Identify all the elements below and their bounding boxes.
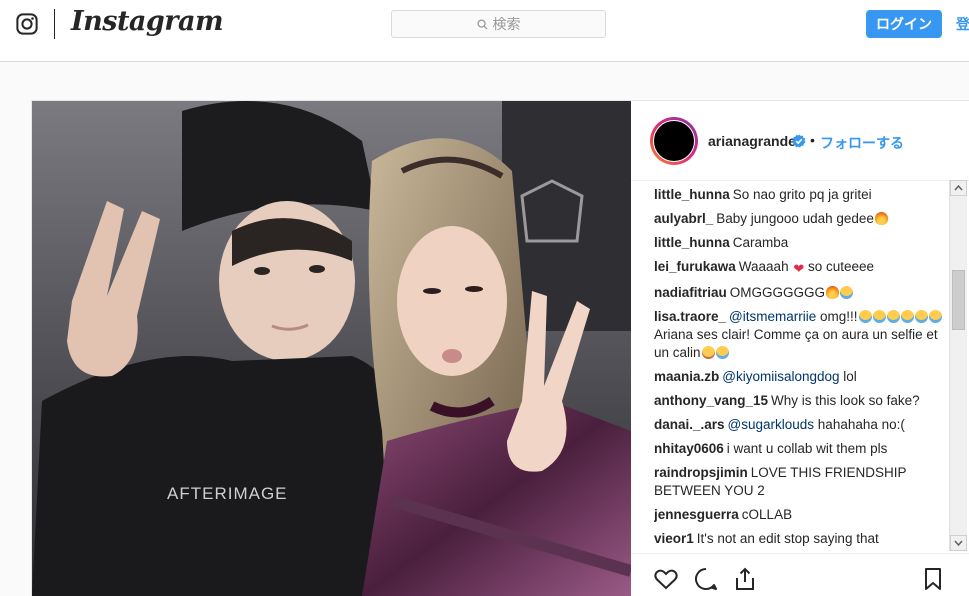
signup-link[interactable]: 登録する bbox=[956, 14, 969, 34]
post-action-bar bbox=[631, 553, 969, 596]
chevron-down-icon bbox=[954, 540, 963, 547]
post-author-header: arianagrande • フォローする bbox=[631, 101, 969, 181]
comment-username[interactable]: maania.zb bbox=[654, 369, 719, 384]
avatar[interactable] bbox=[653, 120, 695, 162]
comment-item: maania.zb @kiyomiisalongdog lol bbox=[654, 368, 946, 386]
verified-badge-icon bbox=[792, 134, 806, 148]
comment-mention-link[interactable]: @sugarklouds bbox=[728, 417, 815, 432]
cry-emoji-icon bbox=[914, 310, 928, 323]
comment-item: nadiafitriau OMGGGGGGG bbox=[654, 284, 946, 302]
share-icon[interactable] bbox=[732, 566, 758, 592]
search-icon bbox=[476, 18, 488, 30]
scrollbar-thumb[interactable] bbox=[952, 270, 965, 330]
comment-text: It's not an edit stop saying that bbox=[696, 531, 879, 546]
follow-separator: • bbox=[810, 132, 815, 148]
comment-username[interactable]: aulyabrl_ bbox=[654, 211, 713, 226]
author-username[interactable]: arianagrande bbox=[708, 133, 796, 149]
comment-username[interactable]: little_hunna bbox=[654, 235, 730, 250]
comment-text: omg!!! bbox=[816, 309, 858, 324]
comment-text: OMGGGGGGG bbox=[729, 285, 826, 300]
comment-item: little_hunna So nao grito pq ja gritei bbox=[654, 186, 946, 204]
instagram-camera-icon[interactable] bbox=[16, 13, 38, 35]
comment-text: so cuteeee bbox=[804, 259, 875, 274]
comment-text: So nao grito pq ja gritei bbox=[732, 187, 872, 202]
comment-username[interactable]: raindropsjimin bbox=[654, 465, 748, 480]
comment-item: anthony_vang_15 Why is this look so fake? bbox=[654, 392, 946, 410]
post-photo[interactable]: AFTERIMAGE bbox=[32, 101, 631, 596]
scrollbar-down-arrow[interactable] bbox=[950, 535, 967, 551]
heart-icon[interactable] bbox=[653, 566, 679, 592]
cry-emoji-icon bbox=[900, 310, 914, 323]
shirt-print-text: AFTERIMAGE bbox=[167, 484, 288, 503]
comment-item: nhitay0606 i want u collab wit them pls bbox=[654, 440, 946, 458]
cry-emoji-icon bbox=[715, 346, 729, 359]
comment-text: Waaaah bbox=[738, 259, 793, 274]
comment-mention-link[interactable]: @itsmemarriie bbox=[729, 309, 816, 324]
comment-text: cOLLAB bbox=[741, 507, 793, 522]
comment-item: lisa.traore_ @itsmemarriie omg!!! Ariana … bbox=[654, 308, 946, 362]
scrollbar-up-arrow[interactable] bbox=[950, 180, 967, 196]
header-divider bbox=[54, 9, 55, 39]
post-card: AFTERIMAGE arianagrande • フォローする little_… bbox=[31, 100, 969, 596]
cry-emoji-icon bbox=[872, 310, 886, 323]
comment-item: vieor1 It's not an edit stop saying that bbox=[654, 530, 946, 548]
comment-username[interactable]: lisa.traore_ bbox=[654, 309, 726, 324]
bookmark-icon[interactable] bbox=[920, 566, 946, 592]
cry-emoji-icon bbox=[886, 310, 900, 323]
heart-emoji-icon: ❤ bbox=[793, 261, 805, 276]
comment-username[interactable]: vieor1 bbox=[654, 531, 694, 546]
instagram-wordmark-logo[interactable]: Instagram bbox=[71, 6, 224, 37]
comment-text: Why is this look so fake? bbox=[771, 393, 920, 408]
comment-username[interactable]: nadiafitriau bbox=[654, 285, 727, 300]
comment-text: lol bbox=[839, 369, 857, 384]
comment-text: Caramba bbox=[732, 235, 789, 250]
comment-item: jennesguerra cOLLAB bbox=[654, 506, 946, 524]
comment-text: Ariana ses clair! Comme ça on aura un se… bbox=[654, 327, 938, 360]
comments-scrollbar[interactable] bbox=[949, 180, 967, 551]
cry-emoji-icon bbox=[928, 310, 942, 323]
comments-list[interactable]: little_hunna So nao grito pq ja gritei aul… bbox=[654, 180, 946, 553]
comment-item: lei_furukawa Waaaah ❤ so cuteeee bbox=[654, 258, 946, 278]
search-input[interactable]: 検索 bbox=[391, 10, 606, 38]
search-placeholder: 検索 bbox=[492, 16, 521, 32]
fire-emoji-icon bbox=[874, 212, 888, 225]
comment-item: danai._.ars @sugarklouds hahahaha no:( bbox=[654, 416, 946, 434]
comment-username[interactable]: danai._.ars bbox=[654, 417, 725, 432]
follow-button[interactable]: フォローする bbox=[820, 133, 904, 153]
comment-item: aulyabrl_ Baby jungooo udah gedee bbox=[654, 210, 946, 228]
comment-username[interactable]: little_hunna bbox=[654, 187, 730, 202]
top-navigation-bar: Instagram 検索 ログイン 登録する bbox=[0, 0, 969, 62]
comment-item: little_hunna Caramba bbox=[654, 234, 946, 252]
login-button[interactable]: ログイン bbox=[866, 10, 942, 38]
comment-text: hahahaha no:( bbox=[814, 417, 905, 432]
cry-emoji-icon bbox=[858, 310, 872, 323]
comment-text: Baby jungooo udah gedee bbox=[716, 211, 874, 226]
post-side-panel: arianagrande • フォローする little_hunna So nao… bbox=[631, 101, 969, 596]
comment-mention-link[interactable]: @kiyomiisalongdog bbox=[722, 369, 839, 384]
sad-emoji-icon bbox=[701, 346, 715, 359]
comment-item: raindropsjimin LOVE THIS FRIENDSHIP BETWE… bbox=[654, 464, 946, 500]
comment-username[interactable]: nhitay0606 bbox=[654, 441, 724, 456]
comment-username[interactable]: jennesguerra bbox=[654, 507, 739, 522]
fire-emoji-icon bbox=[826, 286, 840, 299]
cry-emoji-icon bbox=[840, 286, 854, 299]
comment-icon[interactable] bbox=[693, 566, 719, 592]
comment-username[interactable]: anthony_vang_15 bbox=[654, 393, 768, 408]
chevron-up-icon bbox=[954, 184, 963, 191]
comment-text: i want u collab wit them pls bbox=[726, 441, 888, 456]
comment-username[interactable]: lei_furukawa bbox=[654, 259, 736, 274]
photo-illustration: AFTERIMAGE bbox=[32, 101, 631, 596]
